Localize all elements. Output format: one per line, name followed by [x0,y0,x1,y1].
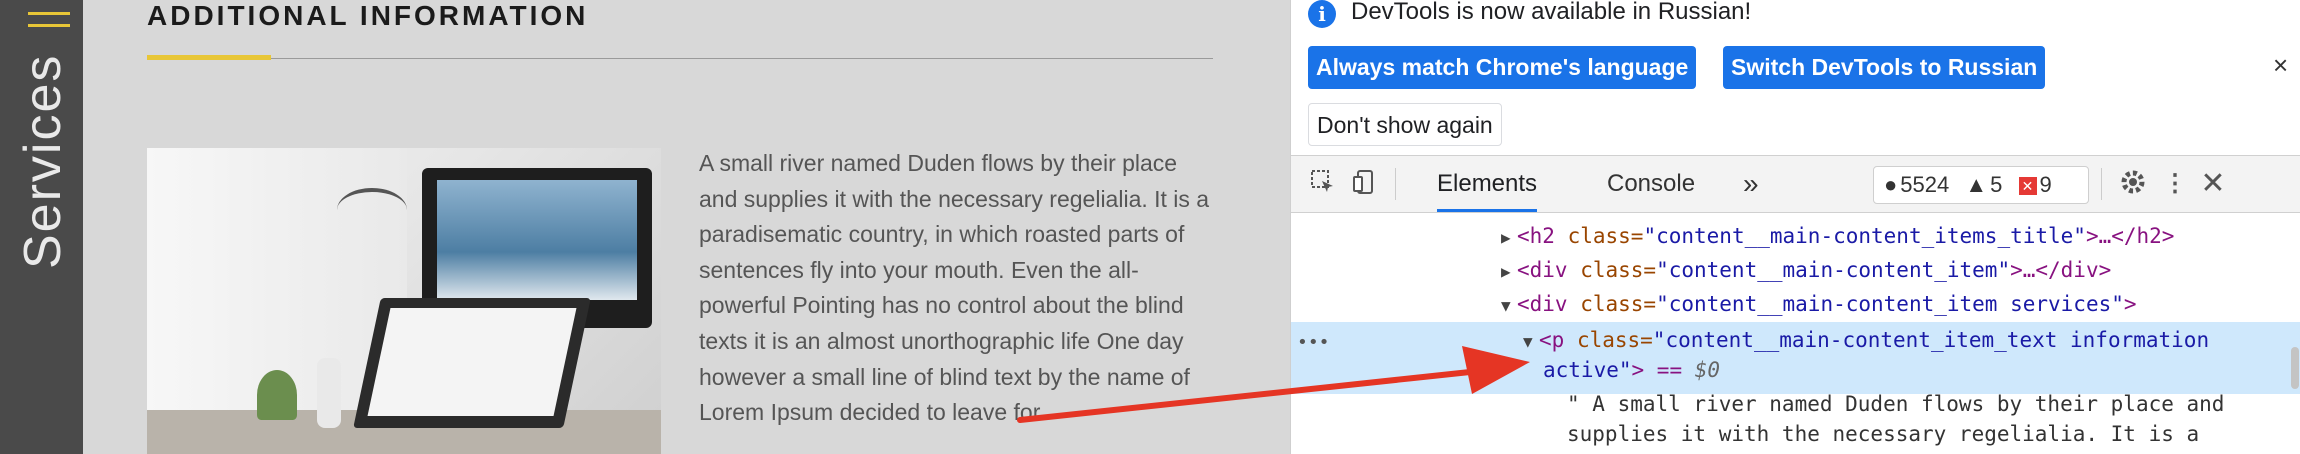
errors-count: 9 [2039,172,2052,197]
device-toolbar-icon[interactable] [1349,168,1381,200]
switch-russian-button[interactable]: Switch DevTools to Russian [1723,46,2046,89]
hamburger-icon[interactable] [28,12,70,36]
dom-tree: ••• ▶ <h2 class="content__main-content_it… [1291,212,2300,454]
tab-console[interactable]: Console [1607,156,1695,212]
dont-show-again-button[interactable]: Don't show again [1308,103,1502,146]
information-text: A small river named Duden flows by their… [699,150,1210,426]
messages-count: 5524 [1900,172,1950,197]
devtools-toolbar: Elements Console » ● 5524 ▲ 5 ✕ 9 ⋮ ✕ [1291,155,2300,213]
toolbar-separator [1395,168,1396,200]
heading-accent-bar [147,55,271,60]
dom-scrollbar[interactable] [2291,347,2299,389]
dom-node-p-continuation: active"> == $0 [1543,358,1721,382]
warnings-count: 5 [1990,172,2003,197]
error-icon: ✕ [2018,177,2037,196]
dom-node-h2[interactable]: ▶ <h2 class="content__main-content_items_… [1501,224,2174,248]
infobar-message: DevTools is now available in Russian! [1351,0,1752,25]
dom-text-node: " A small river named Duden flows by the… [1567,392,2225,416]
language-infobar: i DevTools is now available in Russian! … [1291,0,2300,155]
close-devtools-icon[interactable]: ✕ [2197,168,2229,200]
tab-elements[interactable]: Elements [1437,156,1538,212]
settings-gear-icon[interactable] [2117,168,2149,200]
devtools-panel: i DevTools is now available in Russian! … [1290,0,2300,454]
dom-node-div-services[interactable]: ▼ <div class="content__main-content_item … [1501,292,2137,316]
dom-node-div-item[interactable]: ▶ <div class="content__main-content_item"… [1501,258,2111,282]
issue-counters[interactable]: ● 5524 ▲ 5 ✕ 9 [1873,166,2089,204]
node-options-icon[interactable]: ••• [1297,332,1330,353]
page-content: ADDITIONAL INFORMATION A small river nam… [83,0,1365,454]
side-nav: Services [0,0,83,454]
section-heading: ADDITIONAL INFORMATION [147,0,589,31]
services-label[interactable]: Services [8,36,78,286]
workspace-photo [147,148,661,454]
info-icon: i [1308,0,1336,28]
match-language-button[interactable]: Always match Chrome's language [1308,46,1697,89]
messages-icon: ● [1884,172,1898,197]
dom-text-node-continuation: supplies it with the necessary regeliali… [1567,422,2200,446]
heading-divider [147,58,1213,59]
more-tabs-icon[interactable]: » [1743,156,1759,212]
close-icon[interactable]: × [2273,50,2288,81]
inspect-element-icon[interactable] [1307,168,1339,200]
warning-icon: ▲ [1965,172,1988,197]
dom-node-p-selected[interactable]: ▼ <p class="content__main-content_item_te… [1523,328,2209,352]
toolbar-separator [2101,168,2102,200]
kebab-menu-icon[interactable]: ⋮ [2159,168,2191,200]
